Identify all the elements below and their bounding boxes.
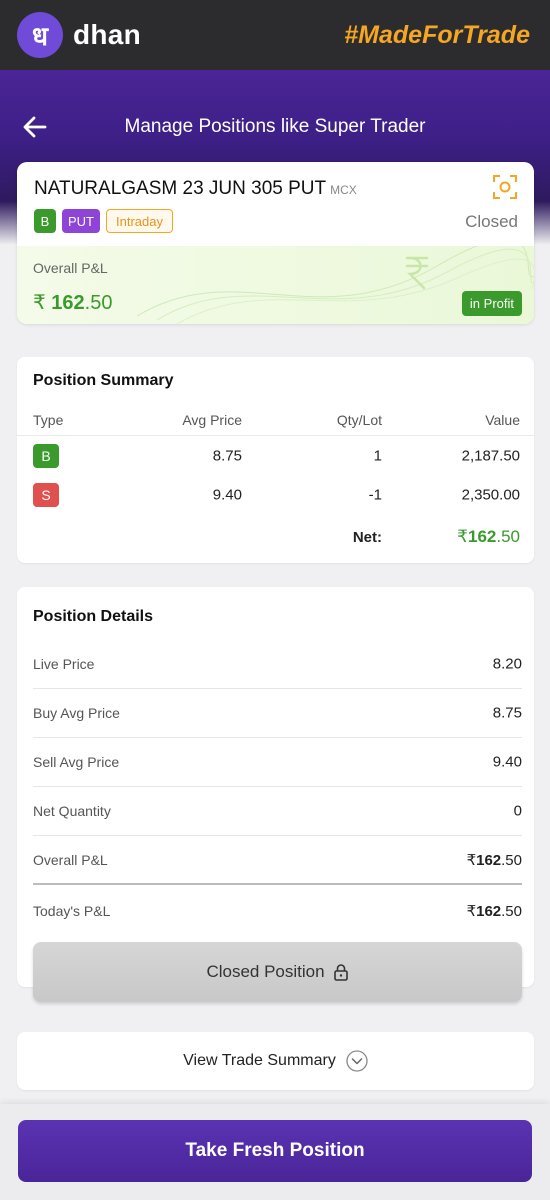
bottom-action-bar: Take Fresh Position [0,1104,550,1200]
currency-symbol: ₹ [466,851,477,869]
col-value: Value [485,412,520,428]
view-trade-summary-label: View Trade Summary [183,1052,336,1069]
buy-type-badge: B [33,443,59,468]
currency-symbol: ₹ [33,292,46,314]
col-qty-lot: Qty/Lot [336,412,382,428]
sell-type-badge: S [33,483,59,507]
pl-decimal: .50 [84,292,113,314]
tagline: #MadeForTrade [344,20,530,49]
buy-badge: B [34,209,56,233]
col-avg-price: Avg Price [182,412,242,428]
overall-pl-integer: 162 [476,851,502,869]
net-quantity-label: Net Quantity [33,803,111,819]
lock-icon [333,964,348,981]
position-summary-card: Position Summary Type Avg Price Qty/Lot … [17,357,534,563]
buy-avg-value: 8.75 [492,704,522,722]
overall-pl-row: Overall P&L ₹162.50 [33,836,522,885]
overall-pl-strip: Overall P&L ₹ 162.50 in Profit [17,246,534,324]
rupee-watermark-icon [405,256,429,290]
currency-symbol: ₹ [466,902,477,920]
live-price-value: 8.20 [492,655,522,673]
todays-pl-label: Today's P&L [33,902,111,919]
product-type-badge: Intraday [106,209,173,233]
option-type-badge: PUT [62,209,100,233]
row-avg-price: 9.40 [212,486,242,504]
todays-pl-value: ₹162.50 [467,902,522,920]
position-status: Closed [465,212,518,231]
net-decimal: .50 [496,527,520,546]
instrument-symbol: NATURALGASM 23 JUN 305 PUT [34,178,327,199]
instrument-card[interactable]: NATURALGASM 23 JUN 305 PUT MCX B PUT Intr… [17,162,534,324]
position-summary-title: Position Summary [33,372,174,389]
row-value: 2,350.00 [461,486,520,504]
todays-pl-decimal: .50 [501,902,522,920]
sell-avg-row: Sell Avg Price 9.40 [33,738,522,787]
row-qty: -1 [368,486,382,504]
exchange-label: MCX [330,183,357,197]
currency-symbol: ₹ [457,527,468,546]
dhan-logo-icon: ध [17,12,63,58]
closed-position-label: Closed Position [206,962,325,981]
table-row: B 8.75 1 2,187.50 [17,435,534,475]
live-price-row: Live Price 8.20 [33,640,522,689]
app-topbar: ध dhan #MadeForTrade [0,0,550,70]
todays-pl-integer: 162 [476,902,502,920]
sell-avg-label: Sell Avg Price [33,754,120,770]
position-details-title: Position Details [33,608,154,625]
overall-pl-label: Overall P&L [33,851,108,868]
sell-avg-value: 9.40 [492,753,522,771]
view-trade-summary-button[interactable]: View Trade Summary [17,1032,534,1090]
table-row: S 9.40 -1 2,350.00 [17,475,534,515]
buy-avg-label: Buy Avg Price [33,705,120,721]
net-integer: 162 [467,527,497,546]
take-fresh-position-button[interactable]: Take Fresh Position [18,1120,532,1182]
position-details-card: Position Details Live Price 8.20 Buy Avg… [17,587,534,1002]
instrument-badges: B PUT Intraday [34,209,173,233]
net-label: Net: [352,529,382,546]
instrument-name: NATURALGASM 23 JUN 305 PUT MCX [34,178,357,200]
brand-name: dhan [73,19,142,50]
net-quantity-row: Net Quantity 0 [33,787,522,836]
closed-position-button[interactable]: Closed Position [33,942,522,1002]
net-quantity-value: 0 [513,802,522,820]
overall-pl-value: ₹ 162.50 [33,290,112,315]
live-price-label: Live Price [33,656,95,672]
summary-header-row: Type Avg Price Qty/Lot Value [17,407,534,433]
scan-icon[interactable] [492,174,518,200]
row-avg-price: 8.75 [212,447,242,464]
overall-pl-label: Overall P&L [33,260,108,276]
net-value: ₹162.50 [457,527,520,547]
net-row: Net: ₹162.50 [17,523,534,553]
in-profit-badge: in Profit [461,291,522,316]
row-qty: 1 [373,447,382,464]
col-type: Type [33,412,64,428]
pl-integer: 162 [51,292,85,314]
overall-pl-value: ₹162.50 [467,851,522,869]
chevron-down-icon [346,1050,368,1072]
buy-avg-row: Buy Avg Price 8.75 [33,689,522,738]
overall-pl-decimal: .50 [501,851,522,869]
todays-pl-row: Today's P&L ₹162.50 [33,886,522,935]
page-title: Manage Positions like Super Trader [124,116,426,137]
row-value: 2,187.50 [461,447,520,464]
